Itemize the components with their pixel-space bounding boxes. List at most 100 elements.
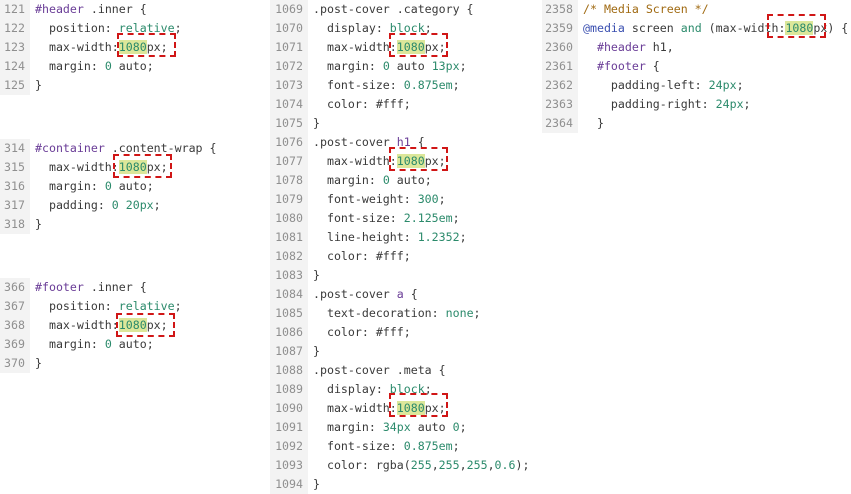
code-token: @media [583,21,625,35]
code-line: 122 position: relative; [0,19,182,38]
code-token: ; [403,325,411,339]
code-line: 2359 @media screen and (max-width:1080px)… [542,19,848,38]
code-token: relative [118,299,175,313]
code-token: 13px [431,59,460,73]
line-number: 2361 [542,57,578,76]
code-line: 318} [0,215,217,234]
code-token: 0.875em [403,439,453,453]
code-line: 1078 margin: 0 auto; [270,171,529,190]
code-token: none [445,306,474,320]
code-line: 1070 display: block; [270,19,529,38]
line-number: 1079 [270,190,308,209]
code-token: px; [146,160,168,174]
code-line: 1073 font-size: 0.875em; [270,76,529,95]
code-token: , [431,458,439,472]
code-panel-header-inner: 121 #header .inner {122 position: relativ… [0,0,182,95]
code-token: 24px [708,78,737,92]
code-token: 300 [417,192,439,206]
code-token: 1080 [396,154,425,168]
code-token: max-width: [35,160,119,174]
code-line: 315 max-width:1080px; [0,158,217,177]
code-token: auto [389,59,432,73]
code-token: font-size: [313,78,404,92]
code-text: } [308,266,320,285]
code-token: ; [459,59,467,73]
code-token: .post-cover [313,135,397,149]
code-text: #container .content-wrap { [30,139,217,158]
code-token: margin: [313,173,383,187]
code-panel-container-content-wrap: 314 #container .content-wrap {315 max-wid… [0,139,217,234]
code-token: 255 [466,458,488,472]
code-line: 1077 max-width:1080px; [270,152,529,171]
code-panel-post-cover: 1069 .post-cover .category {1070 display:… [270,0,529,494]
code-token: #footer [35,280,84,294]
line-number: 125 [0,76,30,95]
code-text: position: relative; [30,19,182,38]
line-number: 1074 [270,95,308,114]
line-number: 317 [0,196,30,215]
code-text: #header .inner { [30,0,147,19]
code-text: color: #fff; [308,247,411,266]
code-token: font-size: [313,439,404,453]
line-number: 1084 [270,285,308,304]
code-token: ; [452,211,460,225]
line-number: 1081 [270,228,308,247]
code-text: max-width:1080px; [308,38,446,57]
code-token: padding-right: [583,97,716,111]
code-text: @media screen and (max-width:1080px) { [578,19,848,38]
line-number: 1072 [270,57,308,76]
line-number: 1073 [270,76,308,95]
code-token: } [313,344,320,358]
code-token: auto; [111,179,154,193]
code-token: 34px [382,420,411,434]
code-token: #header [35,2,84,16]
code-text: display: block; [308,380,432,399]
code-panel-footer-inner: 366 #footer .inner {367 position: relativ… [0,278,182,373]
code-token: ; [459,230,467,244]
code-line: 369 margin: 0 auto; [0,335,182,354]
code-token: /* Media Screen */ [583,2,709,16]
line-number: 2359 [542,19,578,38]
line-number: 1078 [270,171,308,190]
code-text: } [30,354,42,373]
code-line: 1091 margin: 34px auto 0; [270,418,529,437]
code-token: 1080 [118,160,147,174]
code-token: ; [459,420,467,434]
code-token: px; [424,401,446,415]
code-text: font-size: 0.875em; [308,437,460,456]
code-token: { [645,59,660,73]
code-token: px) { [813,21,849,35]
code-token: rgba( [375,458,411,472]
code-token: line-height: [313,230,418,244]
code-text: max-width:1080px; [308,399,446,418]
code-token: #container [35,141,105,155]
code-line: 314 #container .content-wrap { [0,139,217,158]
code-line: 1094} [270,475,529,494]
code-token: 1080 [396,401,425,415]
code-token: 1080 [118,40,147,54]
code-token: #footer [583,59,646,73]
code-token: ; [438,192,446,206]
code-line: 1074 color: #fff; [270,95,529,114]
code-line: 1092 font-size: 0.875em; [270,437,529,456]
code-token: display: [313,382,390,396]
code-line: 1087} [270,342,529,361]
code-text: text-decoration: none; [308,304,481,323]
code-token: 0 [104,59,112,73]
code-token: 0 [104,337,112,351]
code-token: auto [410,420,453,434]
code-token: screen [624,21,681,35]
line-number: 2360 [542,38,578,57]
code-token: display: [313,21,390,35]
code-text: margin: 34px auto 0; [308,418,467,437]
line-number: 1071 [270,38,308,57]
code-token: } [35,217,42,231]
line-number: 370 [0,354,30,373]
code-token: color: [313,97,376,111]
line-number: 1076 [270,133,308,152]
code-text: margin: 0 auto; [30,335,154,354]
code-token: max-width: [313,154,397,168]
code-token: max-width: [35,318,119,332]
code-token: max-width: [313,40,397,54]
code-token: font-weight: [313,192,418,206]
